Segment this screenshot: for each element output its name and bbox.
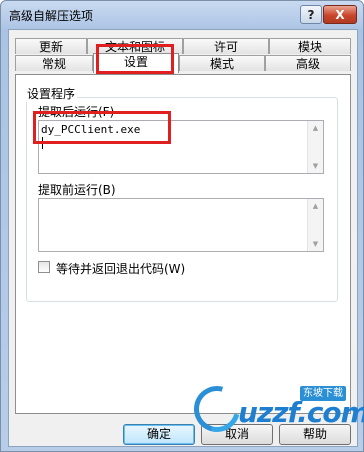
highlight-box-run-after: [33, 111, 171, 144]
tab-general[interactable]: 常规: [15, 55, 93, 71]
run-before-input[interactable]: ▲ ▼: [38, 198, 324, 252]
scroll-down-icon[interactable]: ▼: [308, 159, 323, 173]
tab-row-front: 常规 设置 模式 高级: [15, 53, 351, 73]
uzzf-watermark-logo: uzzf.com 东坡下载: [185, 377, 364, 446]
scroll-down-icon[interactable]: ▼: [308, 237, 323, 251]
tab-license[interactable]: 许可: [183, 38, 269, 54]
wait-exit-code-checkbox[interactable]: [38, 261, 50, 273]
close-icon[interactable]: X: [323, 5, 357, 24]
run-before-label: 提取前运行(B): [38, 183, 116, 197]
tab-mode[interactable]: 模式: [179, 55, 265, 71]
watermark-badge: 东坡下载: [300, 386, 346, 401]
scroll-up-icon[interactable]: ▲: [308, 199, 323, 213]
title-bar[interactable]: 高级自解压选项 ? X: [1, 1, 363, 29]
ok-button[interactable]: 确定: [123, 424, 195, 445]
help-icon[interactable]: ?: [300, 5, 322, 24]
scroll-up-icon[interactable]: ▲: [308, 121, 323, 135]
tab-module[interactable]: 模块: [269, 38, 351, 54]
window-title: 高级自解压选项: [9, 9, 94, 23]
tab-advanced[interactable]: 高级: [265, 55, 351, 71]
run-after-scrollbar[interactable]: ▲ ▼: [307, 121, 323, 173]
highlight-box-settings-tab: [96, 44, 174, 74]
tab-update[interactable]: 更新: [15, 38, 87, 54]
setup-program-title: 设置程序: [25, 85, 78, 102]
run-before-scrollbar[interactable]: ▲ ▼: [307, 199, 323, 251]
tab-row-back: 更新 文本和图标 许可 模块: [15, 38, 351, 54]
wait-exit-code-label: 等待并返回退出代码(W): [56, 262, 186, 276]
